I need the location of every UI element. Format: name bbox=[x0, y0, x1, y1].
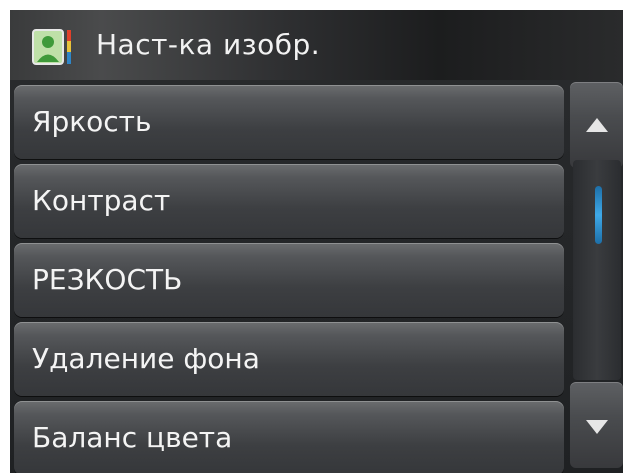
menu-item-sharpness[interactable]: РЕЗКОСТЬ bbox=[14, 243, 564, 317]
scroll-up-button[interactable] bbox=[570, 82, 623, 168]
menu-item-brightness[interactable]: Яркость bbox=[14, 85, 564, 159]
menu-item-label: Удаление фона bbox=[32, 342, 260, 375]
scrollbar-thumb[interactable] bbox=[595, 186, 602, 244]
menu-item-background-removal[interactable]: Удаление фона bbox=[14, 322, 564, 396]
menu-item-label: Баланс цвета bbox=[32, 421, 233, 454]
menu-item-label: РЕЗКОСТЬ bbox=[32, 263, 183, 296]
menu-item-label: Яркость bbox=[32, 105, 152, 138]
menu-item-label: Контраст bbox=[32, 184, 171, 217]
image-settings-icon bbox=[32, 29, 71, 65]
arrow-down-icon bbox=[586, 420, 608, 434]
arrow-up-icon bbox=[586, 118, 608, 132]
menu-item-contrast[interactable]: Контраст bbox=[14, 164, 564, 238]
printer-panel-screen: Наст-ка изобр. Яркость Контраст РЕЗКОСТЬ… bbox=[10, 10, 623, 473]
scroll-down-button[interactable] bbox=[570, 382, 623, 468]
header-bar: Наст-ка изобр. bbox=[10, 10, 623, 80]
page-title: Наст-ка изобр. bbox=[96, 28, 321, 61]
menu-item-color-balance[interactable]: Баланс цвета bbox=[14, 401, 564, 473]
